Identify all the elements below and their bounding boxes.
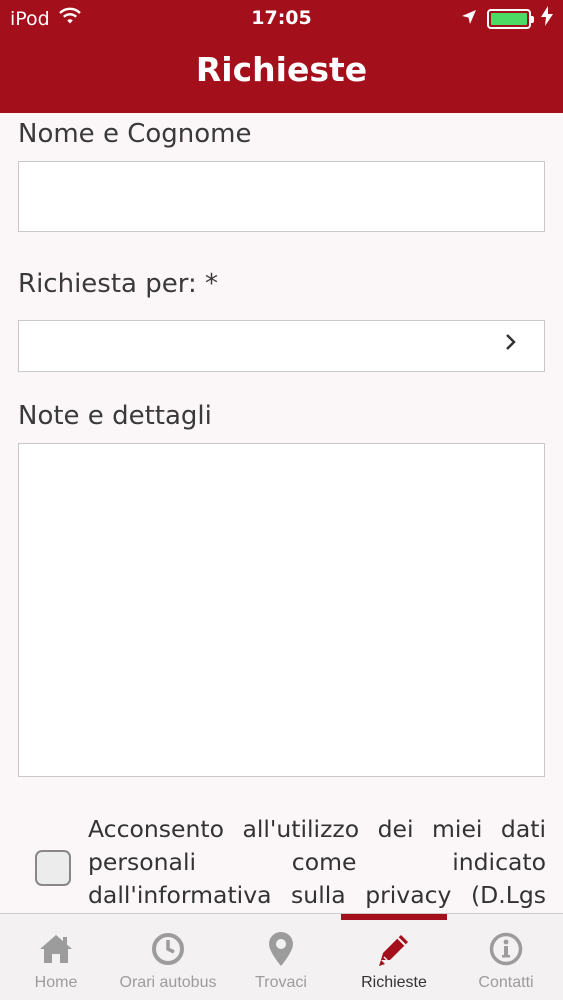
- tab-orari-autobus[interactable]: Orari autobus: [112, 914, 224, 1000]
- battery-level: [491, 12, 527, 25]
- info-icon: [487, 930, 525, 968]
- tab-contatti-label: Contatti: [478, 974, 534, 991]
- name-input[interactable]: [18, 161, 545, 232]
- tab-richieste[interactable]: Richieste: [338, 914, 450, 1000]
- tab-contatti[interactable]: Contatti: [450, 914, 562, 1000]
- status-right: [461, 6, 553, 31]
- page-title: Richieste: [195, 50, 368, 89]
- request-type-select[interactable]: [18, 320, 545, 372]
- battery-icon: [487, 8, 534, 29]
- map-pin-icon: [262, 930, 300, 968]
- request-type-label: Richiesta per: *: [18, 269, 218, 299]
- header-bar: iPod 17:05 Richieste: [0, 0, 563, 113]
- tab-trovaci[interactable]: Trovaci: [225, 914, 337, 1000]
- notes-textarea[interactable]: [18, 443, 545, 777]
- privacy-consent-text: Acconsento all'utilizzo dei miei dati pe…: [88, 815, 546, 909]
- tab-trovaci-label: Trovaci: [255, 974, 307, 991]
- location-arrow-icon: [461, 8, 477, 30]
- chevron-right-icon: [504, 331, 518, 359]
- status-bar: iPod 17:05: [0, 0, 563, 38]
- tab-home-label: Home: [34, 974, 78, 991]
- privacy-consent-checkbox[interactable]: [35, 850, 71, 886]
- charging-icon: [541, 6, 553, 31]
- home-icon: [37, 930, 75, 968]
- tab-bar: Home Orari autobus Trovaci Richieste Con…: [0, 913, 563, 1000]
- request-form: Nome e Cognome Richiesta per: * Note e d…: [0, 113, 563, 913]
- notes-label: Note e dettagli: [18, 401, 212, 431]
- tab-home[interactable]: Home: [0, 914, 112, 1000]
- name-label: Nome e Cognome: [18, 119, 252, 149]
- pencil-icon: [375, 930, 413, 968]
- tab-orari-autobus-label: Orari autobus: [119, 974, 217, 991]
- tab-richieste-label: Richieste: [361, 974, 427, 991]
- clock-icon: [149, 930, 187, 968]
